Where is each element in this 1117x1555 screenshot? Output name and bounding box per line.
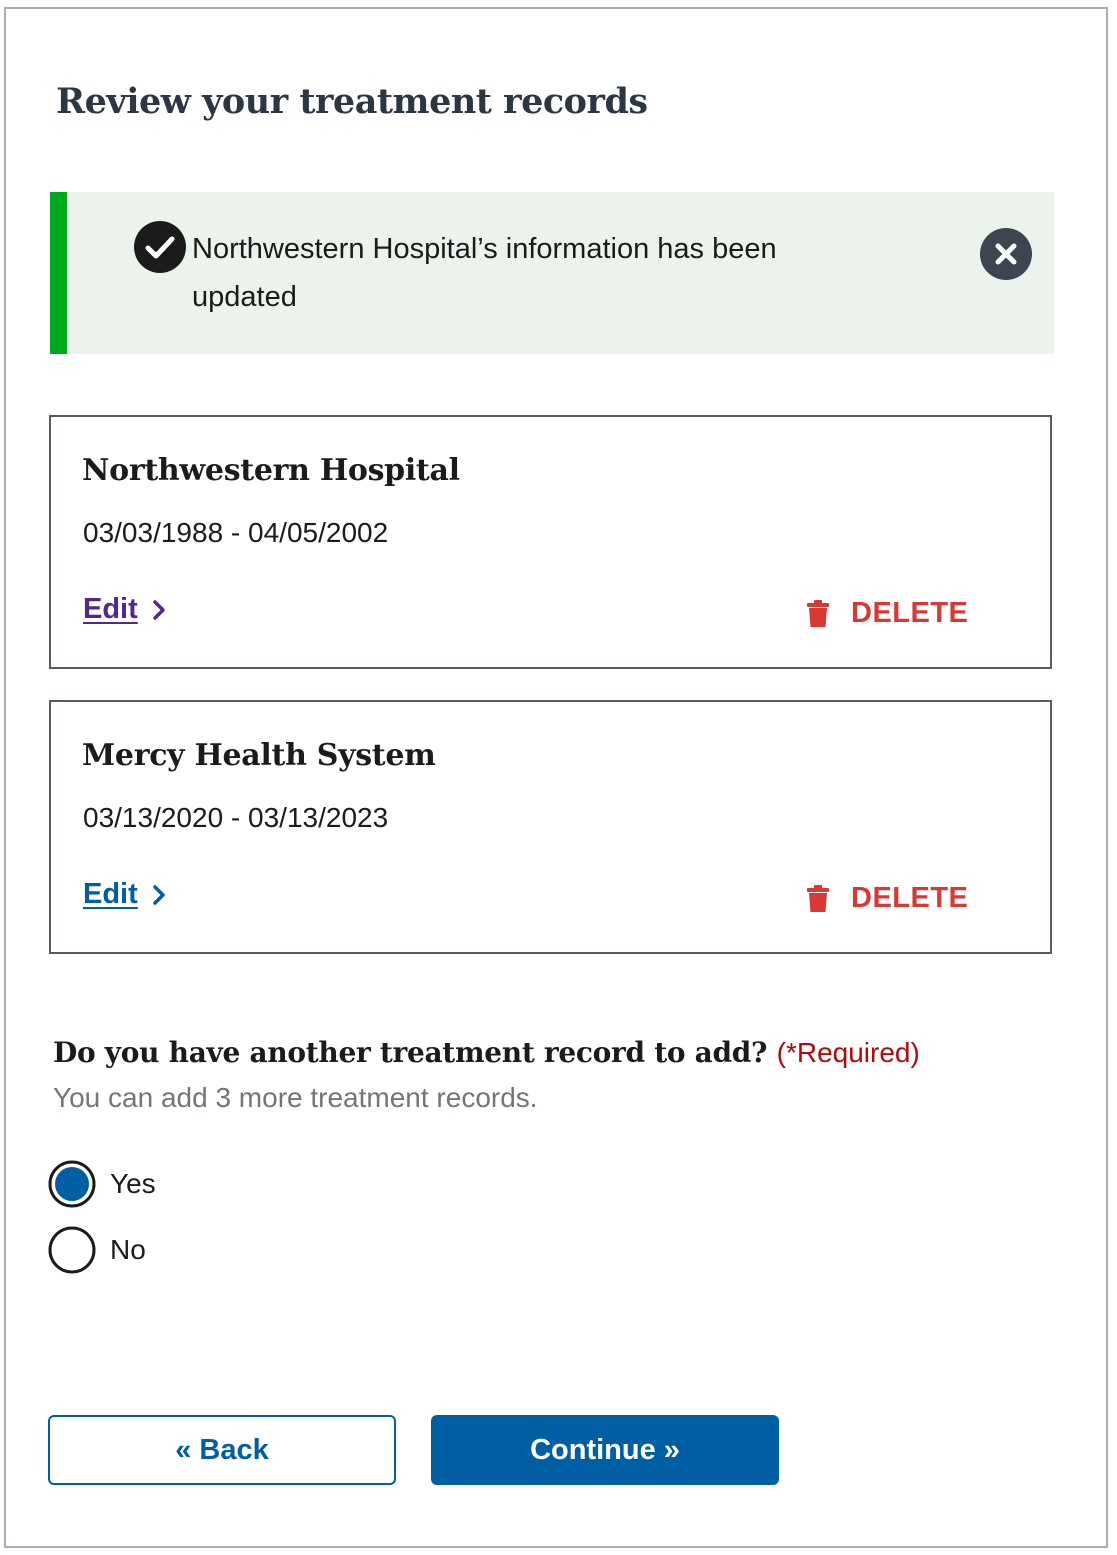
record-name: Northwestern Hospital — [82, 453, 460, 488]
radio-no-label: No — [110, 1234, 146, 1265]
page-title: Review your treatment records — [56, 81, 648, 122]
radio-yes[interactable]: Yes — [48, 1160, 156, 1208]
question-label: Do you have another treatment record to … — [53, 1036, 768, 1069]
delete-button[interactable]: DELETE — [807, 597, 968, 630]
check-circle-icon — [134, 221, 186, 273]
question-hint: You can add 3 more treatment records. — [53, 1082, 538, 1113]
delete-label: DELETE — [851, 882, 969, 914]
radio-no[interactable]: No — [48, 1226, 146, 1274]
chevron-right-icon — [153, 599, 165, 620]
edit-link[interactable]: Edit — [83, 593, 166, 626]
chevron-right-icon — [153, 884, 165, 905]
radio-selected-icon — [48, 1160, 96, 1208]
success-alert: Northwestern Hospital’s information has … — [50, 192, 1054, 354]
record-dates: 03/03/1988 - 04/05/2002 — [83, 517, 389, 548]
record-name: Mercy Health System — [82, 738, 436, 773]
treatment-record-card: Northwestern Hospital 03/03/1988 - 04/05… — [49, 415, 1052, 669]
edit-link[interactable]: Edit — [83, 878, 166, 911]
record-dates: 03/13/2020 - 03/13/2023 — [83, 802, 389, 833]
delete-label: DELETE — [851, 597, 969, 629]
trash-icon — [807, 884, 829, 912]
question-legend: Do you have another treatment record to … — [53, 1036, 920, 1069]
continue-button[interactable]: Continue » — [431, 1415, 779, 1485]
page-frame: Review your treatment records Northweste… — [4, 7, 1108, 1548]
treatment-record-card: Mercy Health System 03/13/2020 - 03/13/2… — [49, 700, 1052, 954]
edit-label: Edit — [83, 593, 138, 625]
trash-icon — [807, 599, 829, 627]
edit-label: Edit — [83, 878, 138, 910]
back-button[interactable]: « Back — [48, 1415, 396, 1485]
close-circle-icon[interactable] — [980, 228, 1032, 280]
delete-button[interactable]: DELETE — [807, 882, 968, 915]
radio-unselected-icon — [48, 1226, 96, 1274]
alert-message: Northwestern Hospital’s information has … — [192, 233, 777, 313]
radio-yes-label: Yes — [110, 1168, 156, 1199]
required-indicator: (*Required) — [776, 1037, 920, 1068]
